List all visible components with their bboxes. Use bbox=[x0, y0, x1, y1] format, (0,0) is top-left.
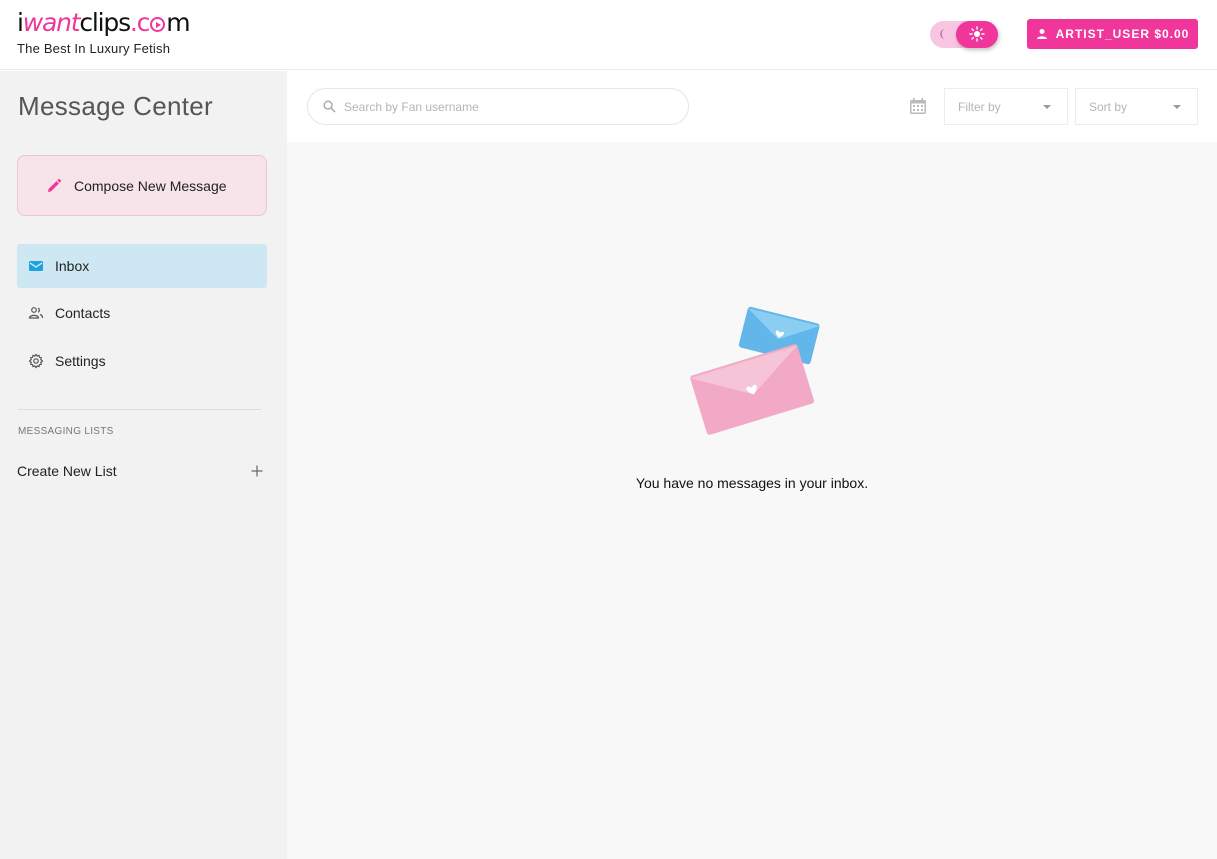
sidebar-divider bbox=[18, 409, 261, 410]
logo-tagline: The Best In Luxury Fetish bbox=[17, 41, 171, 56]
sidebar-item-label: Inbox bbox=[55, 258, 90, 274]
sort-by-label: Sort by bbox=[1089, 99, 1128, 114]
sidebar-item-label: Contacts bbox=[55, 305, 111, 321]
toolbar: Filter by Sort by bbox=[287, 71, 1217, 142]
sort-by-select[interactable]: Sort by bbox=[1075, 88, 1198, 125]
calendar-icon[interactable] bbox=[909, 97, 927, 115]
create-list-label: Create New List bbox=[17, 463, 117, 479]
chevron-down-icon bbox=[1173, 104, 1181, 109]
sidebar: Message Center Compose New Message Inbox… bbox=[0, 71, 287, 859]
messaging-lists-heading: MESSAGING LISTS bbox=[18, 426, 114, 437]
chevron-down-icon bbox=[1043, 104, 1051, 109]
page-title: Message Center bbox=[18, 91, 213, 121]
search-icon bbox=[323, 100, 336, 113]
contacts-icon bbox=[28, 307, 44, 319]
play-icon bbox=[150, 17, 166, 32]
plus-icon[interactable] bbox=[251, 465, 263, 477]
pencil-icon bbox=[48, 178, 61, 192]
compose-label: Compose New Message bbox=[74, 177, 227, 194]
theme-toggle[interactable] bbox=[930, 21, 998, 48]
sidebar-item-settings[interactable]: Settings bbox=[17, 339, 267, 383]
filter-by-select[interactable]: Filter by bbox=[944, 88, 1068, 125]
user-account-button[interactable]: ARTIST_USER $0.00 bbox=[1027, 19, 1198, 49]
empty-inbox-illustration bbox=[690, 306, 820, 435]
sidebar-item-label: Settings bbox=[55, 353, 106, 369]
compose-new-message-button[interactable]: Compose New Message bbox=[17, 155, 267, 216]
mail-icon bbox=[29, 261, 43, 271]
main-content: Filter by Sort by You have no messages i… bbox=[287, 71, 1217, 859]
user-account-label: ARTIST_USER $0.00 bbox=[1055, 27, 1190, 41]
gear-icon bbox=[28, 353, 44, 369]
create-new-list-button[interactable]: Create New List bbox=[17, 459, 267, 483]
sidebar-item-contacts[interactable]: Contacts bbox=[17, 291, 267, 335]
logo[interactable]: iwantclips.c m The Best In Luxury Fetish bbox=[17, 8, 191, 56]
toggle-knob[interactable] bbox=[956, 21, 998, 48]
empty-inbox-message: You have no messages in your inbox. bbox=[635, 475, 869, 491]
header: iwantclips.c m The Best In Luxury Fetish … bbox=[0, 0, 1217, 70]
moon-icon bbox=[940, 28, 946, 40]
logo-wordmark: iwantclips.c m bbox=[17, 8, 191, 37]
user-icon bbox=[1036, 29, 1047, 39]
sidebar-item-inbox[interactable]: Inbox bbox=[17, 244, 267, 288]
search-input[interactable] bbox=[344, 99, 664, 114]
search-box[interactable] bbox=[307, 88, 689, 125]
filter-by-label: Filter by bbox=[958, 99, 1001, 114]
sun-icon bbox=[969, 26, 985, 42]
